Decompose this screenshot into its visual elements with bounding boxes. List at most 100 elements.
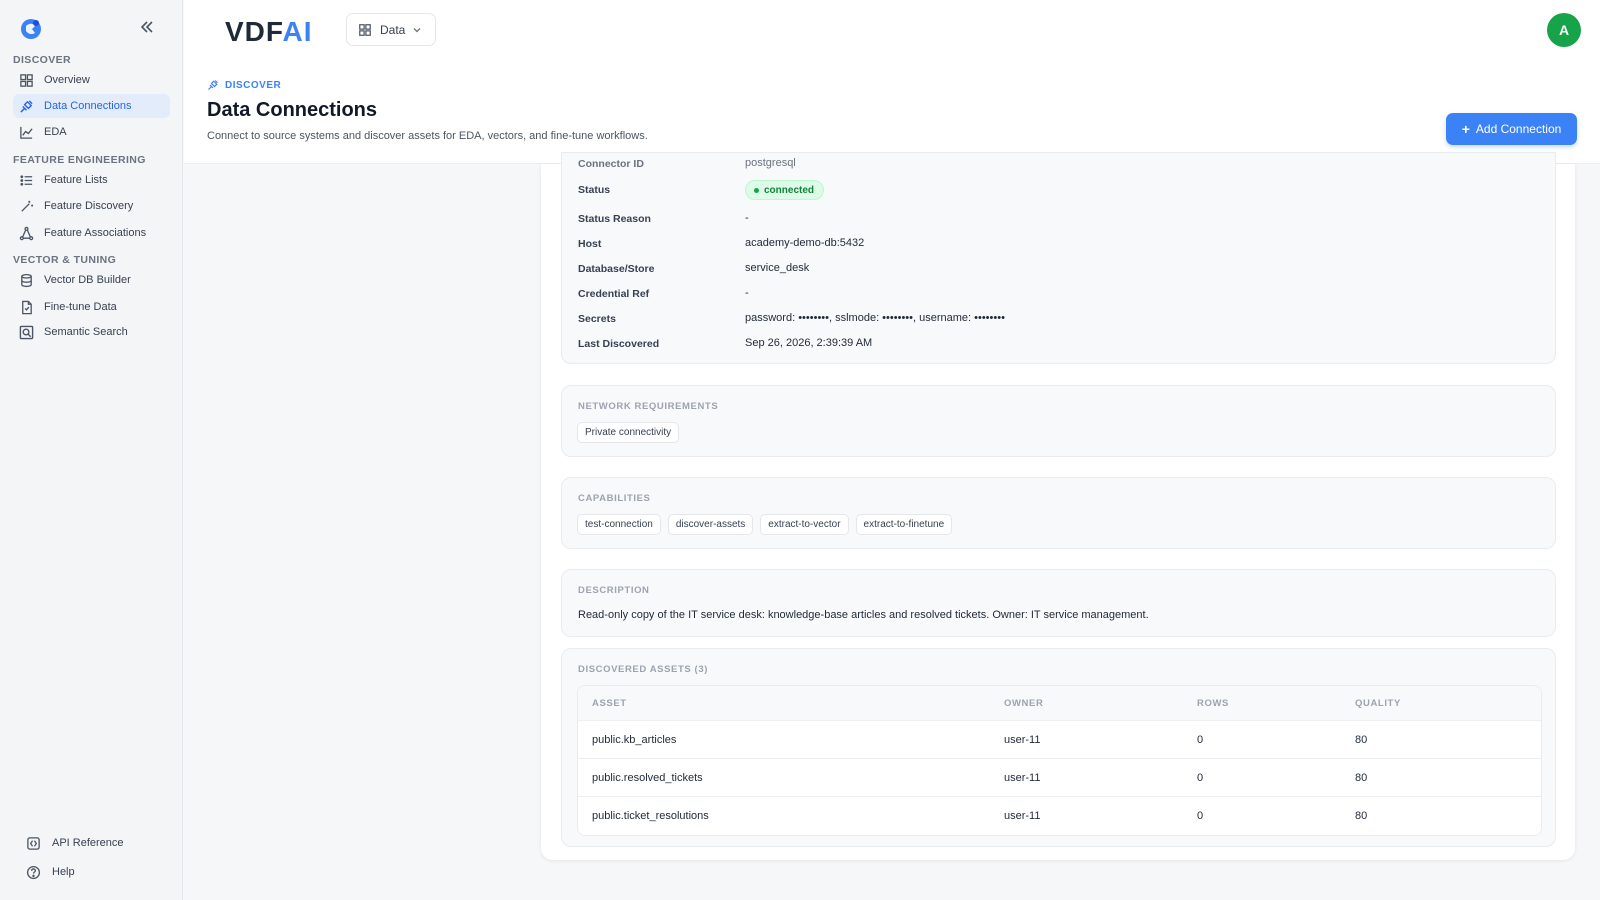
sidebar-item-feature-associations[interactable]: Feature Associations — [13, 221, 170, 245]
plug-icon — [208, 80, 218, 90]
capability-chip: test-connection — [577, 514, 661, 535]
description-text: Read-only copy of the IT service desk: k… — [578, 609, 1149, 621]
assets-table: ASSET OWNER ROWS QUALITY public.kb_artic… — [577, 685, 1542, 836]
sidebar-item-overview[interactable]: Overview — [13, 68, 170, 92]
sidebar-item-label: Semantic Search — [44, 326, 128, 338]
breadcrumb-label: DISCOVER — [225, 79, 282, 91]
sidebar-item-eda[interactable]: EDA — [13, 120, 170, 144]
card-title: DISCOVERED ASSETS (3) — [578, 664, 708, 675]
add-connection-button[interactable]: + Add Connection — [1446, 113, 1577, 145]
asset-name: public.resolved_tickets — [592, 771, 703, 784]
connection-detail-panel: Connector ID postgresql Status connected… — [541, 152, 1575, 860]
sidebar-footer-label: API Reference — [52, 837, 124, 849]
sidebar-item-fine-tune-data[interactable]: Fine-tune Data — [13, 295, 170, 319]
brand-accent: AI — [282, 16, 313, 47]
table-header: ASSET OWNER ROWS QUALITY — [578, 686, 1541, 721]
sidebar-api-reference[interactable]: API Reference — [24, 832, 124, 854]
sidebar-item-vector-db-builder[interactable]: Vector DB Builder — [13, 268, 170, 292]
card-title: NETWORK REQUIREMENTS — [578, 401, 719, 412]
grid-icon — [359, 23, 371, 36]
api-icon — [24, 834, 42, 852]
detail-value: academy-demo-db:5432 — [745, 237, 865, 249]
description-card: DESCRIPTION Read-only copy of the IT ser… — [561, 569, 1556, 637]
sidebar-item-label: Overview — [44, 74, 90, 86]
table-row[interactable]: public.ticket_resolutions user-11 0 80 — [578, 797, 1541, 835]
grid-icon — [17, 71, 35, 89]
sidebar-item-feature-discovery[interactable]: Feature Discovery — [13, 194, 170, 218]
column-header[interactable]: ASSET — [592, 698, 627, 709]
capability-chip: extract-to-vector — [760, 514, 849, 535]
network-chip: Private connectivity — [577, 422, 680, 443]
detail-value: - — [745, 212, 749, 224]
detail-value: Sep 26, 2026, 2:39:39 AM — [745, 337, 873, 349]
add-connection-label: Add Connection — [1475, 122, 1562, 136]
detail-label: Last Discovered — [578, 338, 660, 350]
sidebar-item-label: Feature Discovery — [44, 200, 134, 212]
table-row[interactable]: public.kb_articles user-11 0 80 — [578, 721, 1541, 759]
table-row[interactable]: public.resolved_tickets user-11 0 80 — [578, 759, 1541, 797]
asset-owner: user-11 — [1004, 810, 1041, 822]
discovered-assets-card: DISCOVERED ASSETS (3) ASSET OWNER ROWS Q… — [561, 648, 1556, 847]
data-menu-button[interactable]: Data — [346, 13, 436, 46]
connection-details-card: Connector ID postgresql Status connected… — [561, 152, 1556, 364]
detail-label: Host — [578, 238, 602, 250]
asset-name: public.ticket_resolutions — [592, 810, 709, 822]
plus-icon: + — [1461, 121, 1470, 137]
asset-rows: 0 — [1197, 810, 1204, 822]
network-icon — [17, 224, 35, 242]
capability-chip: discover-assets — [667, 514, 754, 535]
page-header: VDFAI Data A DISCOVER Data Connections C… — [184, 0, 1600, 164]
asset-quality: 80 — [1355, 810, 1368, 822]
capability-chip: extract-to-finetune — [855, 514, 953, 535]
sidebar-item-label: EDA — [44, 126, 67, 138]
detail-value: password: ••••••••, sslmode: ••••••••, u… — [745, 312, 1005, 324]
card-title: CAPABILITIES — [578, 493, 651, 504]
breadcrumb: DISCOVER — [207, 79, 281, 91]
asset-quality: 80 — [1355, 733, 1368, 746]
wand-icon — [17, 197, 35, 215]
collapse-sidebar-icon[interactable] — [139, 19, 155, 35]
asset-rows: 0 — [1197, 771, 1204, 784]
search-icon — [17, 323, 35, 341]
data-menu-label: Data — [380, 22, 406, 37]
status-badge: connected — [745, 180, 825, 200]
detail-label: Status Reason — [578, 213, 651, 225]
column-header[interactable]: QUALITY — [1355, 698, 1401, 709]
sidebar-item-data-connections[interactable]: Data Connections — [13, 94, 170, 118]
page-subtitle: Connect to source systems and discover a… — [207, 130, 648, 142]
detail-label: Secrets — [578, 313, 616, 325]
detail-value: postgresql — [745, 157, 796, 169]
chevron-down-icon — [413, 27, 421, 32]
sidebar-item-feature-lists[interactable]: Feature Lists — [13, 168, 170, 192]
sidebar-help[interactable]: Help — [24, 861, 75, 883]
section-discover: DISCOVER — [13, 54, 72, 66]
app-logo-icon[interactable] — [19, 17, 43, 41]
status-label: Status — [578, 184, 611, 196]
asset-rows: 0 — [1197, 733, 1204, 746]
sidebar-item-label: Data Connections — [44, 100, 132, 112]
detail-value: service_desk — [745, 262, 810, 274]
detail-value: - — [745, 287, 749, 299]
sidebar-footer-label: Help — [52, 866, 75, 878]
detail-label: Connector ID — [578, 158, 644, 170]
card-title: DESCRIPTION — [578, 585, 650, 596]
list-icon — [17, 171, 35, 189]
column-header[interactable]: OWNER — [1004, 698, 1043, 709]
avatar[interactable]: A — [1547, 13, 1581, 47]
asset-name: public.kb_articles — [592, 733, 677, 746]
page-title: Data Connections — [207, 99, 378, 121]
plug-icon — [17, 97, 35, 115]
asset-owner: user-11 — [1004, 771, 1041, 784]
capability-chips: test-connection discover-assets extract-… — [577, 514, 953, 535]
section-feature-engineering: FEATURE ENGINEERING — [13, 154, 146, 166]
sidebar: DISCOVER Overview Data Connections EDA F… — [0, 0, 183, 900]
brand-logo[interactable]: VDFAI — [225, 16, 312, 48]
status-value: connected — [764, 184, 815, 196]
column-header[interactable]: ROWS — [1197, 698, 1229, 709]
sidebar-item-semantic-search[interactable]: Semantic Search — [13, 320, 170, 344]
sidebar-item-label: Fine-tune Data — [44, 301, 117, 313]
network-requirements-card: NETWORK REQUIREMENTS Private connectivit… — [561, 385, 1556, 457]
chart-icon — [17, 123, 35, 141]
brand-main: VDF — [225, 16, 283, 47]
help-icon — [24, 863, 42, 881]
